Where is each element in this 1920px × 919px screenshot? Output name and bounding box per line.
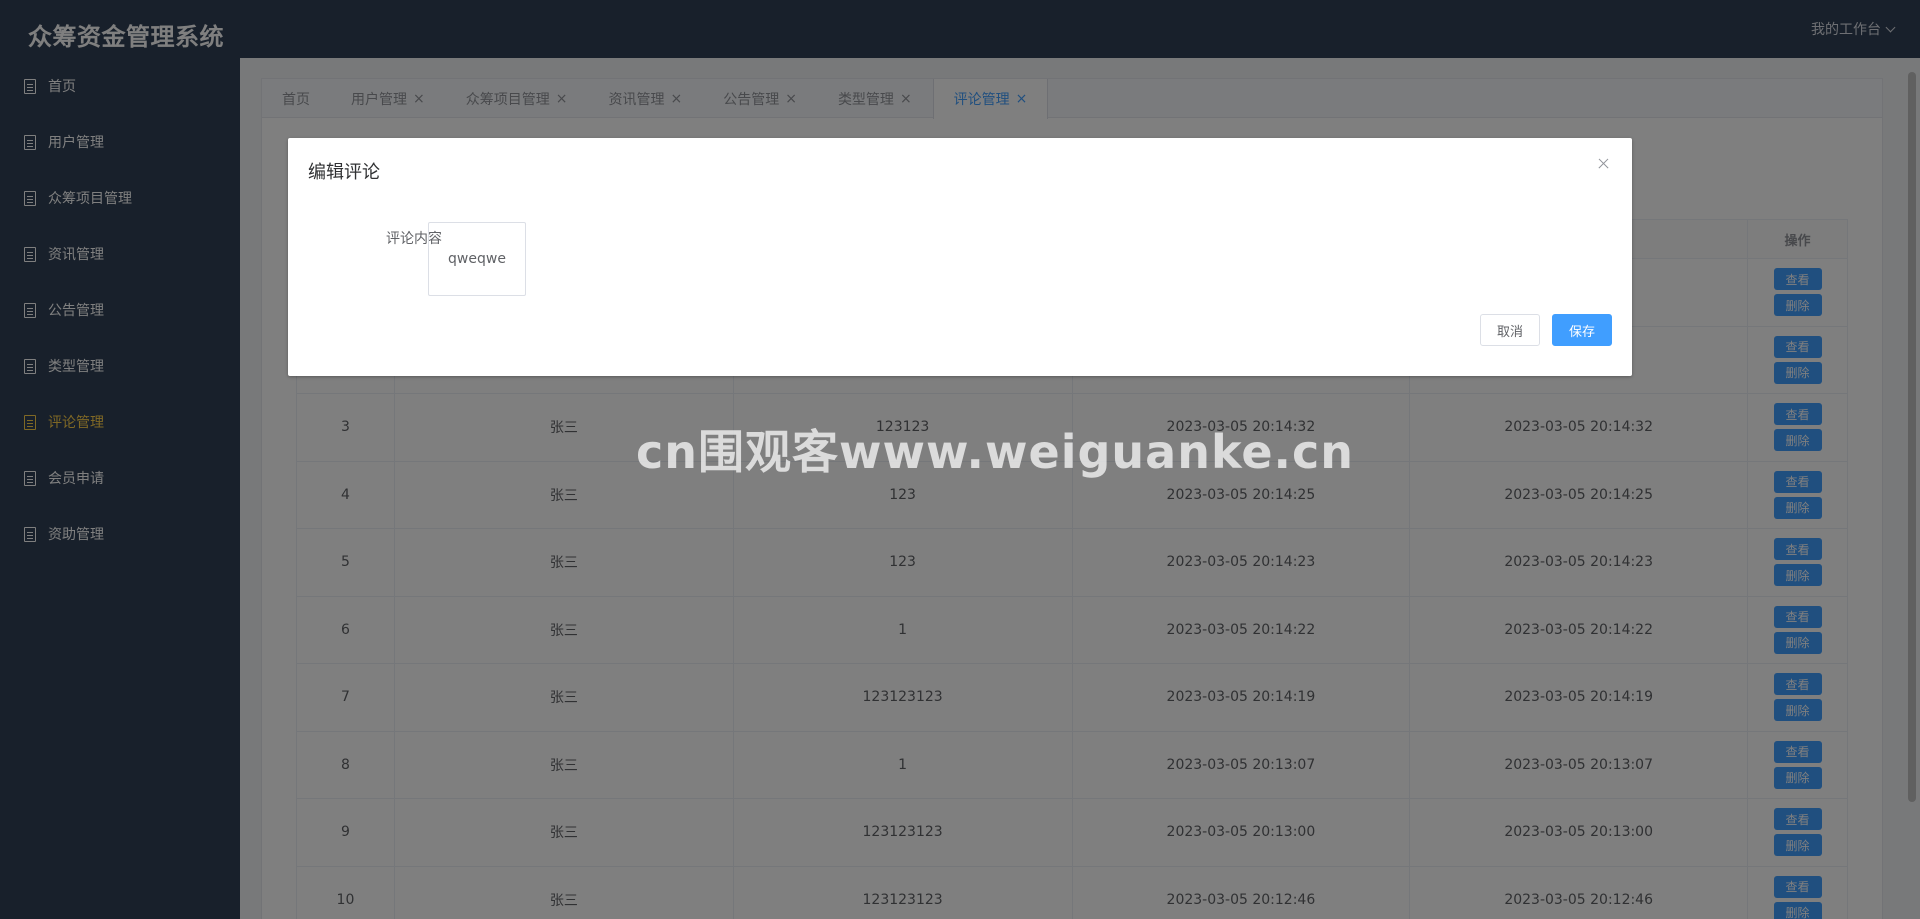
comment-content-input[interactable]: qweqwe [428, 222, 526, 296]
close-icon[interactable] [1594, 154, 1614, 174]
edit-comment-dialog: 编辑评论 评论内容 qweqwe 取消 保存 [288, 138, 1632, 376]
cancel-button[interactable]: 取消 [1480, 314, 1540, 346]
dialog-title: 编辑评论 [308, 162, 380, 183]
save-button[interactable]: 保存 [1552, 314, 1612, 346]
